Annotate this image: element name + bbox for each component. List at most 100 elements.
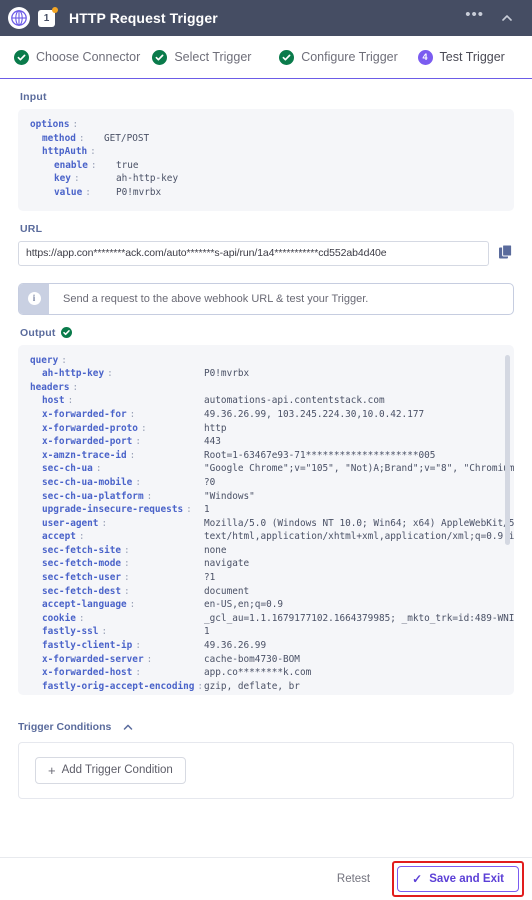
code-row: sec-ch-ua-mobile: ?0 <box>30 476 496 490</box>
code-key: fastly-client-ip <box>42 640 133 652</box>
trigger-conditions-header[interactable]: Trigger Conditions <box>18 721 514 733</box>
code-key-cell: x-forwarded-for: <box>42 408 204 422</box>
code-key: sec-ch-ua-mobile <box>42 476 133 488</box>
code-row: sec-ch-ua-platform: "Windows" <box>30 490 496 504</box>
code-value: none <box>204 544 227 556</box>
trigger-conditions-title: Trigger Conditions <box>18 720 112 733</box>
code-colon: : <box>61 354 67 366</box>
code-colon: : <box>101 517 108 529</box>
code-key-cell: method: <box>42 132 104 146</box>
code-value: Root=1-63467e93-71********************00… <box>204 449 436 461</box>
code-value: true <box>116 159 139 171</box>
code-key-cell: sec-ch-ua-mobile: <box>42 476 204 490</box>
code-key-cell: fastly-orig-accept-encoding: <box>42 680 204 694</box>
code-key: upgrade-insecure-requests <box>42 504 184 516</box>
code-key: sec-ch-ua-platform <box>42 490 144 502</box>
add-trigger-condition-button[interactable]: + Add Trigger Condition <box>35 756 186 784</box>
code-colon: : <box>140 422 147 434</box>
code-key-cell: x-amzn-trace-id: <box>42 449 204 463</box>
code-row: value: P0!mvrbx <box>30 186 502 200</box>
code-row: cookie: _gcl_au=1.1.1679177102.1664379985… <box>30 612 514 626</box>
output-code-lines: query: ah-http-key: P0!mvrbx headers: host: a… <box>30 354 514 694</box>
code-row: method: GET/POST <box>30 132 502 146</box>
panel-footer: Retest ✓ Save and Exit <box>0 857 532 900</box>
code-value: navigate <box>204 558 250 570</box>
code-row: x-forwarded-server: cache-bom4730-BOM <box>30 653 496 667</box>
code-colon: : <box>78 531 85 543</box>
code-key: x-forwarded-server <box>42 653 144 665</box>
code-row: sec-fetch-dest: document <box>30 585 496 599</box>
copy-icon[interactable] <box>498 244 514 262</box>
code-value: GET/POST <box>104 132 150 144</box>
url-section-label: URL <box>20 223 514 235</box>
code-key: sec-fetch-user <box>42 572 122 584</box>
code-row: ah-http-key: P0!mvrbx <box>30 367 496 381</box>
code-row: accept-language: en-US,en;q=0.9 <box>30 598 496 612</box>
code-row: x-forwarded-proto: http <box>30 422 496 436</box>
code-value: document <box>204 585 250 597</box>
webhook-info-message: Send a request to the above webhook URL … <box>63 292 369 305</box>
step-count-badge: 1 <box>38 6 58 27</box>
code-key: enable <box>54 159 88 171</box>
wizard-stepper: Choose Connector Select Trigger Configur… <box>0 36 532 79</box>
url-input[interactable]: https://app.con********ack.com/auto*****… <box>18 240 489 266</box>
page-title: HTTP Request Trigger <box>69 10 218 26</box>
http-request-trigger-panel: 1 HTTP Request Trigger ••• Choose Connec… <box>0 0 532 900</box>
code-key: value <box>54 186 83 198</box>
code-row: sec-fetch-site: none <box>30 544 496 558</box>
webhook-info-bar: i Send a request to the above webhook UR… <box>18 282 514 315</box>
code-row: user-agent: Mozilla/5.0 (Windows NT 10.0;… <box>30 517 514 531</box>
code-key-cell: enable: <box>54 159 116 173</box>
step-choose-connector[interactable]: Choose Connector <box>14 49 152 65</box>
code-row: host: automations-api.contentstack.com <box>30 394 496 408</box>
code-row: upgrade-insecure-requests:1 <box>30 503 496 517</box>
code-colon: : <box>186 504 192 516</box>
input-label-text: Input <box>20 91 47 103</box>
code-colon: : <box>107 368 113 380</box>
output-scrollbar-thumb[interactable] <box>505 354 510 545</box>
code-key-cell: value: <box>54 186 116 200</box>
code-value: automations-api.contentstack.com <box>204 395 385 407</box>
check-icon: ✓ <box>412 872 423 886</box>
code-colon: : <box>124 585 130 597</box>
code-colon: : <box>146 490 153 502</box>
code-value: 49.36.26.99 <box>204 640 267 652</box>
output-code-block[interactable]: query: ah-http-key: P0!mvrbx headers: host: a… <box>18 344 514 695</box>
code-colon: : <box>124 572 130 584</box>
code-colon: : <box>129 449 136 461</box>
code-colon: : <box>101 626 108 638</box>
code-colon: : <box>129 599 136 611</box>
step-select-trigger[interactable]: Select Trigger <box>152 49 279 65</box>
check-circle-icon <box>60 327 72 339</box>
code-value: 1 <box>204 626 210 638</box>
chevron-up-icon[interactable] <box>492 11 522 25</box>
code-colon: : <box>135 640 141 652</box>
code-key: host <box>42 395 65 407</box>
code-key-cell: user-agent: <box>42 517 204 531</box>
code-value: ah-http-key <box>116 173 179 185</box>
code-colon: : <box>124 544 130 556</box>
code-key-cell: key: <box>54 172 116 186</box>
retest-button[interactable]: Retest <box>337 873 370 885</box>
step-label: Configure Trigger <box>301 50 398 64</box>
output-scrollbar[interactable] <box>505 351 510 689</box>
ellipsis-icon[interactable]: ••• <box>457 7 492 22</box>
code-key-cell: upgrade-insecure-requests: <box>42 503 204 517</box>
chevron-up-icon[interactable] <box>122 721 134 733</box>
save-and-exit-button[interactable]: ✓ Save and Exit <box>397 866 519 892</box>
code-colon: : <box>78 612 85 624</box>
code-row: x-amzn-trace-id: Root=1-63467e93-71******… <box>30 449 496 463</box>
info-icon: i <box>19 283 49 314</box>
code-colon: : <box>135 476 141 488</box>
step-configure-trigger[interactable]: Configure Trigger <box>279 49 417 65</box>
url-row: https://app.con********ack.com/auto*****… <box>18 240 514 266</box>
notification-dot-icon <box>52 6 58 13</box>
code-key: method <box>42 132 76 144</box>
code-row: sec-ch-ua: "Google Chrome";v="105", "Not)… <box>30 462 514 476</box>
code-row: x-forwarded-host: app.co********k.com <box>30 666 496 680</box>
code-key: x-forwarded-proto <box>42 422 138 434</box>
trigger-conditions-panel: + Add Trigger Condition <box>18 741 514 799</box>
step-test-trigger[interactable]: 4 Test Trigger <box>417 49 532 65</box>
panel-body: Input options: method: GET/POST httpAuth: en… <box>0 79 532 857</box>
code-key-cell: accept-language: <box>42 598 204 612</box>
